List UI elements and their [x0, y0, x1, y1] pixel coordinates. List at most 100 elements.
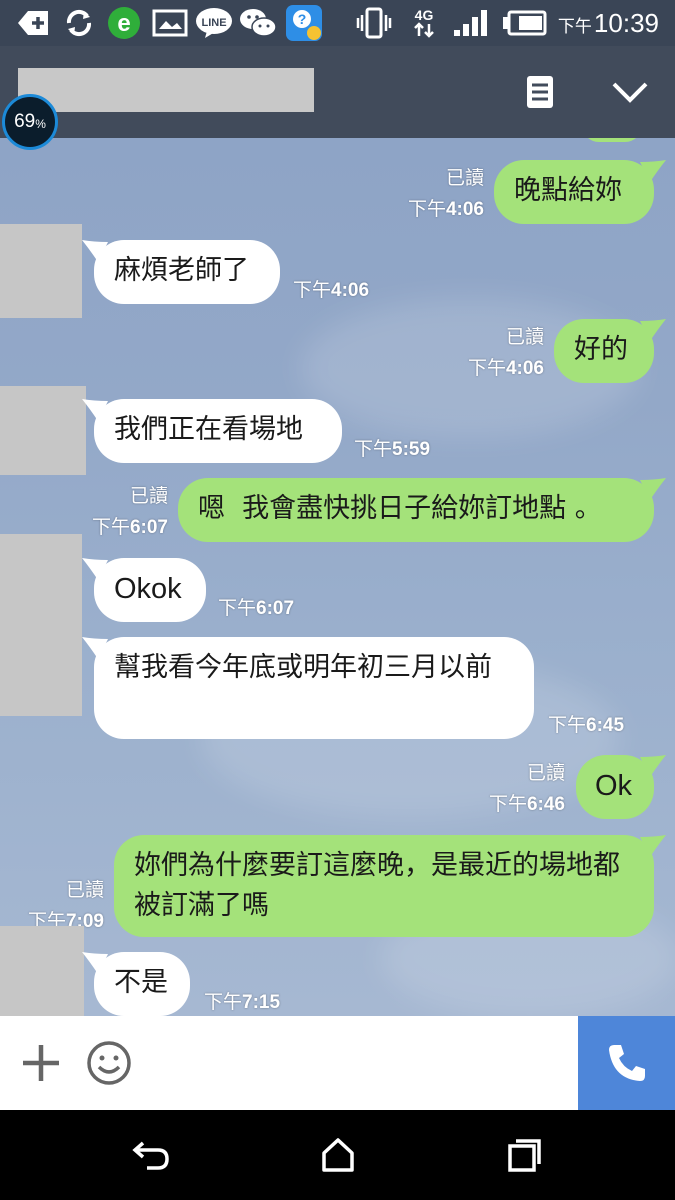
read-receipt: 已讀 — [526, 763, 565, 784]
time-value: 5:59 — [392, 439, 431, 460]
bubble-tail — [640, 478, 666, 500]
recents-icon — [508, 1139, 541, 1172]
system-nav-bar — [0, 1110, 675, 1200]
line-app-icon: LINE — [194, 6, 234, 40]
bubble-tail — [640, 160, 666, 182]
message-time: 下午6:46 — [481, 789, 565, 816]
time-prefix: 下午 — [204, 992, 243, 1013]
chat-area[interactable]: 已讀 下午4:06 晚點給妳 麻煩老師了 下午4:06 已讀 下午4:06 好的… — [0, 138, 675, 1016]
vibrate-icon — [354, 6, 394, 40]
message-text: Ok — [595, 770, 633, 802]
network-label: 4G — [414, 7, 434, 23]
help-app-icon: ? — [284, 5, 324, 41]
sync-icon — [60, 6, 98, 40]
gallery-icon — [150, 6, 190, 40]
notes-icon — [527, 76, 553, 108]
message-time: 下午4:06 — [400, 194, 484, 221]
message-text: 好的 — [574, 334, 628, 365]
bubble-tail — [640, 835, 666, 857]
time-prefix: 下午 — [354, 439, 393, 460]
emoji-icon — [87, 1041, 131, 1085]
time-prefix: 下午 — [407, 199, 446, 220]
status-time: 下午10:39 — [558, 6, 659, 44]
time-value: 6:07 — [256, 598, 295, 619]
message-text: Okok — [114, 573, 182, 605]
chat-header — [0, 46, 675, 138]
bubble-tail — [640, 755, 666, 777]
incoming-message-bubble[interactable]: 不是 — [94, 952, 190, 1016]
chevron-down-icon — [612, 82, 648, 103]
call-button[interactable] — [578, 1016, 675, 1110]
message-time: 下午6:45 — [548, 710, 624, 737]
add-attachment-button[interactable] — [16, 1040, 66, 1086]
time-value: 7:15 — [242, 992, 281, 1013]
status-clock: 10:39 — [593, 8, 659, 38]
line-app-label: LINE — [201, 17, 226, 29]
time-value: 4:06 — [331, 280, 370, 301]
time-value: 6:45 — [586, 715, 625, 736]
plus-icon — [23, 1045, 59, 1081]
battery-overlay-unit: % — [35, 117, 46, 131]
contact-avatar[interactable] — [0, 926, 84, 1016]
incoming-message-bubble[interactable]: 我們正在看場地 — [94, 399, 342, 463]
time-value: 4:06 — [505, 358, 544, 379]
message-input-bar — [0, 1016, 675, 1110]
incoming-message-bubble[interactable]: 麻煩老師了 — [94, 240, 280, 304]
message-text: 不是 — [114, 967, 168, 998]
contact-avatar[interactable] — [0, 224, 82, 318]
message-time: 下午4:06 — [293, 275, 369, 302]
home-button[interactable] — [313, 1132, 363, 1178]
read-receipt: 已讀 — [65, 880, 104, 901]
svg-text:?: ? — [298, 11, 307, 27]
emoji-button[interactable] — [84, 1038, 134, 1088]
collapse-button[interactable] — [602, 64, 658, 120]
message-input[interactable] — [150, 1026, 570, 1100]
incoming-message-bubble[interactable]: 幫我看今年底或明年初三月以前 — [94, 637, 534, 739]
battery-overlay-value: 69 — [14, 111, 36, 132]
add-notification-icon — [14, 6, 52, 40]
time-prefix: 下午 — [91, 517, 130, 538]
time-prefix: 下午 — [293, 280, 332, 301]
phone-icon — [608, 1045, 645, 1081]
message-time: 下午6:07 — [84, 512, 168, 539]
previous-message-bubble — [582, 138, 642, 142]
outgoing-message-bubble[interactable]: 妳們為什麼要訂這麼晚，是最近的場地都被訂滿了嗎 — [114, 835, 654, 937]
home-icon — [322, 1138, 354, 1172]
incoming-message-bubble[interactable]: Okok — [94, 558, 206, 622]
outgoing-message-bubble[interactable]: 晚點給妳 — [494, 160, 654, 224]
message-text: 麻煩老師了 — [114, 255, 249, 286]
message-time: 下午5:59 — [354, 434, 430, 461]
outgoing-message-bubble[interactable]: 嗯 我會盡快挑日子給妳訂地點 。 — [178, 478, 654, 542]
message-time: 下午4:06 — [460, 353, 544, 380]
status-ampm: 下午 — [557, 17, 592, 36]
time-value: 6:46 — [526, 794, 565, 815]
read-receipt: 已讀 — [129, 486, 168, 507]
network-4g-icon: 4G — [404, 6, 444, 40]
outgoing-message-bubble[interactable]: 好的 — [554, 319, 654, 383]
notes-button[interactable] — [512, 64, 568, 120]
contact-avatar[interactable] — [0, 534, 82, 716]
read-receipt: 已讀 — [505, 327, 544, 348]
battery-icon — [500, 6, 548, 40]
wechat-icon — [238, 6, 278, 40]
contact-name-redacted — [18, 68, 314, 112]
time-prefix: 下午 — [467, 358, 506, 379]
bubble-tail — [640, 319, 666, 341]
message-text: 幫我看今年底或明年初三月以前 — [114, 652, 492, 683]
contact-avatar[interactable] — [0, 386, 86, 475]
status-bar: e LINE ? 4G 下午10:39 — [0, 0, 675, 46]
message-time: 下午6:07 — [218, 593, 294, 620]
time-prefix: 下午 — [488, 794, 527, 815]
time-value: 6:07 — [129, 517, 168, 538]
message-time: 下午7:15 — [204, 987, 280, 1014]
message-text: 嗯 我會盡快挑日子給妳訂地點 。 — [198, 493, 602, 524]
time-prefix: 下午 — [218, 598, 257, 619]
message-text: 我們正在看場地 — [114, 414, 303, 445]
message-text: 妳們為什麼要訂這麼晚，是最近的場地都被訂滿了嗎 — [134, 850, 620, 921]
back-button[interactable] — [126, 1132, 176, 1178]
recents-button[interactable] — [500, 1132, 550, 1178]
back-icon — [132, 1141, 169, 1170]
read-receipt: 已讀 — [445, 168, 484, 189]
battery-overlay-badge: 69% — [2, 94, 58, 150]
time-value: 4:06 — [445, 199, 484, 220]
